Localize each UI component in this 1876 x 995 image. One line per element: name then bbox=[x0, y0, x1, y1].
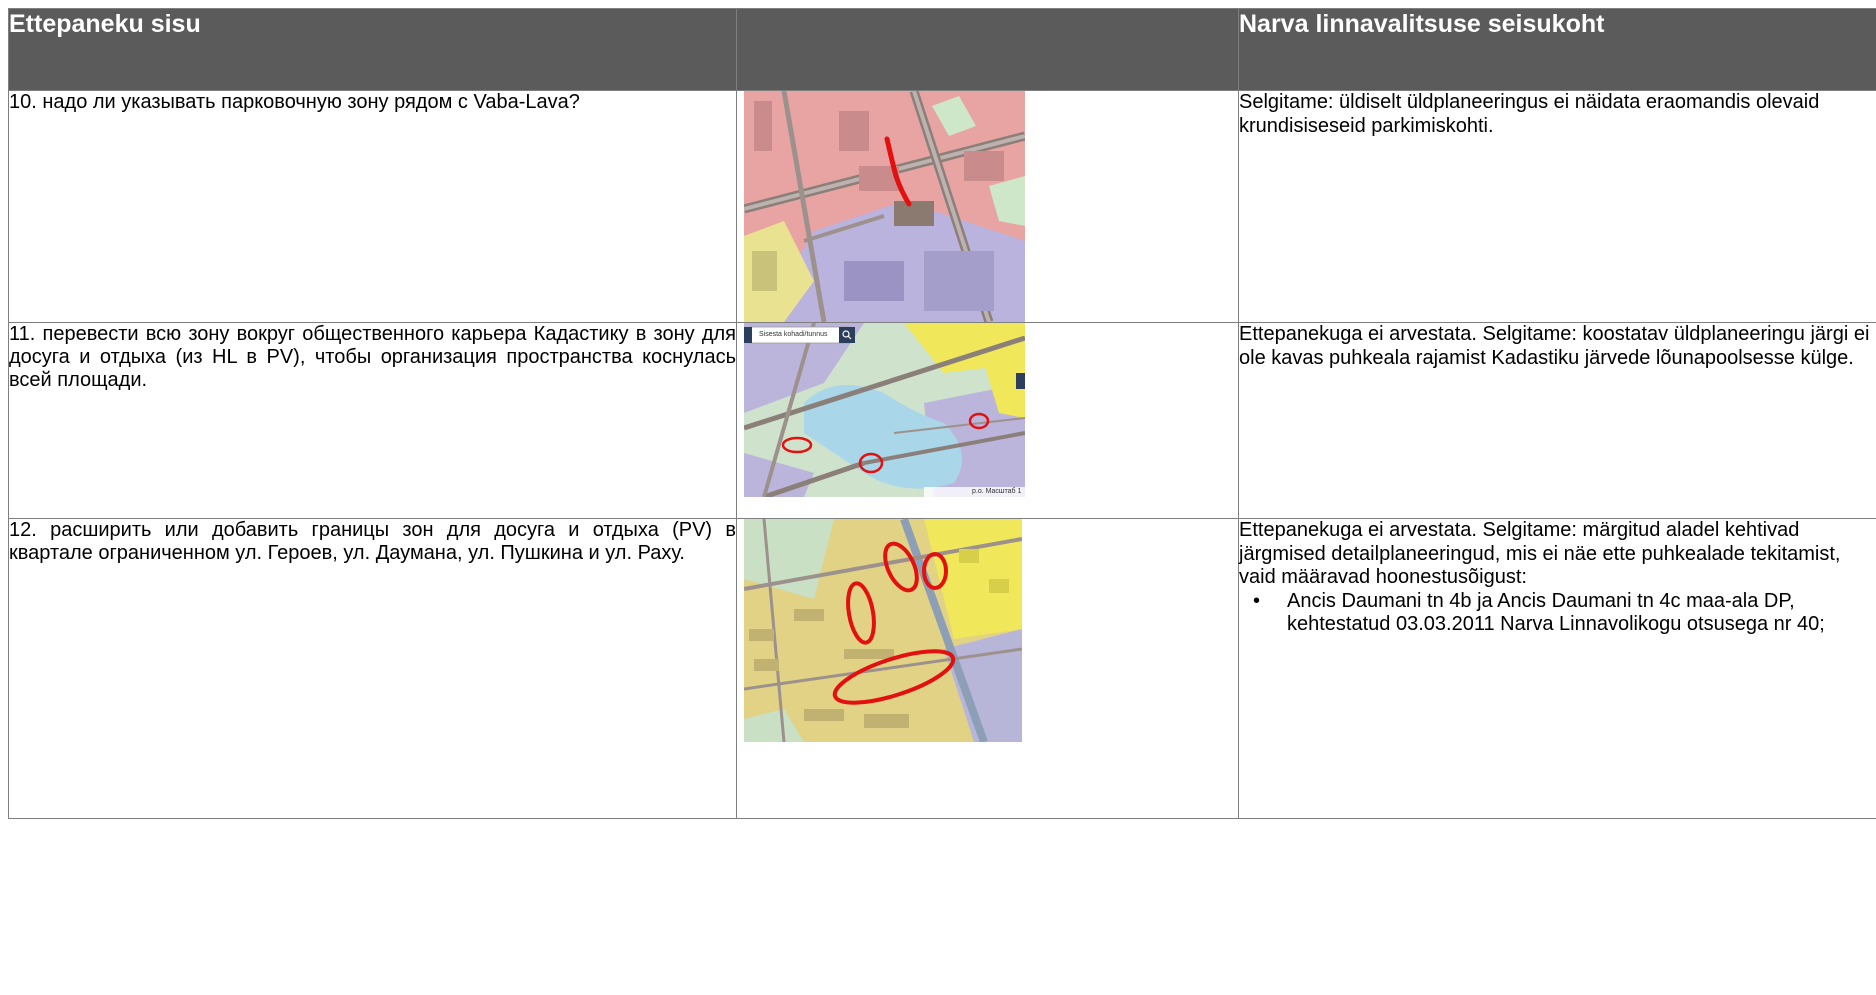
map-cell: Sisesta kohadi/tunnus p.o. Масштаб 1 bbox=[736, 322, 1239, 519]
header-proposal-content: Ettepaneku sisu bbox=[8, 8, 737, 91]
map-scale-label: p.o. Масштаб 1 bbox=[972, 488, 1022, 495]
map-cell bbox=[736, 518, 1239, 819]
response-text: Ettepanekuga ei arvestata. Selgitame: mä… bbox=[1239, 519, 1841, 588]
header-city-position: Narva linnavalitsuse seisukoht bbox=[1238, 8, 1876, 91]
map-image-kadastiku: Sisesta kohadi/tunnus p.o. Масштаб 1 bbox=[744, 323, 1025, 497]
map-cell bbox=[736, 90, 1239, 323]
table-row: 12. расширить или добавить границы зон д… bbox=[8, 518, 1876, 819]
response-text: Ettepanekuga ei arvestata. Selgitame: ko… bbox=[1238, 322, 1876, 519]
list-item: • Ancis Daumani tn 4b ja Ancis Daumani tn… bbox=[1253, 589, 1876, 637]
header-image-column bbox=[736, 8, 1239, 91]
map-image-parking bbox=[744, 91, 1025, 322]
response-text: Selgitame: üldiselt üldplaneeringus ei n… bbox=[1238, 90, 1876, 323]
map-search-placeholder: Sisesta kohadi/tunnus bbox=[759, 331, 828, 338]
proposal-text: 12. расширить или добавить границы зон д… bbox=[8, 518, 737, 819]
detail-plan-text: Ancis Daumani tn 4b ja Ancis Daumani tn … bbox=[1287, 589, 1825, 636]
map-image-district bbox=[744, 519, 1022, 742]
detail-plan-list: • Ancis Daumani tn 4b ja Ancis Daumani tn… bbox=[1239, 590, 1876, 637]
proposal-text: 11. перевести всю зону вокруг общественн… bbox=[8, 322, 737, 519]
bullet-icon: • bbox=[1253, 589, 1261, 612]
table-row: 11. перевести всю зону вокруг общественн… bbox=[8, 322, 1876, 519]
proposal-text: 10. надо ли указывать парковочную зону р… bbox=[8, 90, 737, 323]
table-row: 10. надо ли указывать парковочную зону р… bbox=[8, 90, 1876, 323]
proposals-table: Ettepaneku sisu Narva linnavalitsuse sei… bbox=[8, 8, 1876, 819]
response-cell: Ettepanekuga ei arvestata. Selgitame: mä… bbox=[1238, 518, 1876, 819]
header-row: Ettepaneku sisu Narva linnavalitsuse sei… bbox=[8, 8, 1876, 91]
